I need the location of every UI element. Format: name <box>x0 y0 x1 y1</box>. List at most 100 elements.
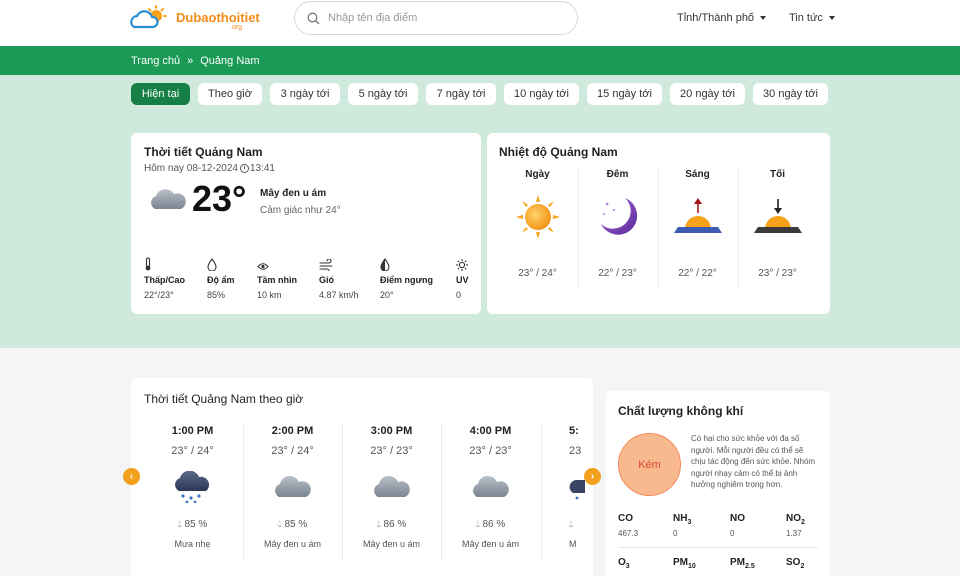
stat-value: 0 <box>456 290 462 300</box>
stat-label: Điểm ngưng <box>380 275 434 285</box>
pollutant-value: 0 <box>730 529 735 538</box>
pollutant-name: NO <box>730 513 745 524</box>
temperature-title: Nhiệt độ Quảng Nam <box>499 145 618 159</box>
hour-humidity: 💧︎ 85 % <box>243 519 342 530</box>
hour-description: Mây đen u ám <box>461 539 520 549</box>
droplet-icon <box>207 258 217 271</box>
hour-humidity-value: 86 % <box>482 519 506 530</box>
sunrise-icon <box>673 198 722 233</box>
stat-label: Gió <box>319 275 334 285</box>
air-quality-card: Chất lượng không khí Kém Có hại cho sức … <box>606 391 830 576</box>
cloud-icon <box>373 475 410 497</box>
scroll-left-button[interactable]: ‹ <box>123 468 140 485</box>
temp-period-day: Ngày 23° / 24° <box>498 169 577 287</box>
nav-news-label: Tin tức <box>789 12 823 24</box>
stat-label: Tầm nhìn <box>257 275 297 285</box>
hour-time: 5: <box>569 425 579 437</box>
temperature-card: Nhiệt độ Quảng Nam Ngày 23° / 24° Đêm 22… <box>487 133 830 314</box>
period-value: 23° / 23° <box>758 268 797 279</box>
temp-period-morning: Sáng 22° / 22° <box>658 169 737 287</box>
site-logo[interactable]: Dubaothoitiet .org <box>130 4 260 32</box>
period-label: Đêm <box>606 169 629 180</box>
thermometer-icon <box>145 257 151 271</box>
forecast-tabs: Hiện tại Theo giờ 3 ngày tới 5 ngày tới … <box>131 83 828 105</box>
period-label: Ngày <box>525 169 550 180</box>
droplet-icon: 💧︎ <box>177 519 182 530</box>
hour-range: 23° / 23° <box>469 445 512 457</box>
site-header: Dubaothoitiet .org Tỉnh/Thành phố Tin tứ… <box>0 0 960 46</box>
tab-10-days[interactable]: 10 ngày tới <box>504 83 579 105</box>
pollutant-name: PM2.5 <box>730 557 755 570</box>
aqi-level-badge: Kém <box>618 433 681 496</box>
hour-humidity: 💧︎ 85 % <box>143 519 242 530</box>
hourly-forecast-card: Thời tiết Quảng Nam theo giờ 1:00 PM 23°… <box>131 378 593 576</box>
scroll-right-button[interactable]: › <box>584 468 601 485</box>
current-description: Mây đen u ám <box>260 188 327 199</box>
tab-5-days[interactable]: 5 ngày tới <box>348 83 418 105</box>
tab-current[interactable]: Hiện tại <box>131 83 190 105</box>
droplet-icon: 💧︎ <box>277 519 282 530</box>
hour-time: 4:00 PM <box>469 425 512 437</box>
tab-3-days[interactable]: 3 ngày tới <box>270 83 340 105</box>
hour-time: 2:00 PM <box>271 425 314 437</box>
hour-humidity-value: 86 % <box>383 519 407 530</box>
sun-icon <box>515 195 560 239</box>
hourly-item-partial: 5: 23 💧︎ M <box>541 425 593 565</box>
hour-humidity-value: 85 % <box>184 519 208 530</box>
hourly-item: 1:00 PM 23° / 24° 💧︎ 85 % Mưa nhẹ <box>143 425 242 565</box>
stat-visibility: Tầm nhìn 10 km <box>257 255 297 300</box>
hourly-item: 3:00 PM 23° / 23° 💧︎ 86 % Mây đen u ám <box>342 425 441 565</box>
tab-20-days[interactable]: 20 ngày tới <box>670 83 745 105</box>
pollutant-name: NH3 <box>673 513 692 526</box>
hour-range: 23° / 23° <box>370 445 413 457</box>
tab-30-days[interactable]: 30 ngày tới <box>753 83 828 105</box>
hourly-title: Thời tiết Quảng Nam theo giờ <box>144 392 304 406</box>
pollutant-name: NO2 <box>786 513 805 526</box>
divider <box>618 547 818 548</box>
period-label: Sáng <box>685 169 710 180</box>
stat-value: 10 km <box>257 290 282 300</box>
tab-7-days[interactable]: 7 ngày tới <box>426 83 496 105</box>
tab-hourly[interactable]: Theo giờ <box>198 83 262 105</box>
hour-range: 23 <box>569 445 582 457</box>
breadcrumb-home[interactable]: Trang chủ <box>131 55 180 67</box>
stat-value: 22°/23° <box>144 290 174 300</box>
stat-label: Độ ẩm <box>207 275 235 285</box>
chevron-down-icon <box>828 16 835 20</box>
hourly-item: 2:00 PM 23° / 24° 💧︎ 85 % Mây đen u ám <box>243 425 342 565</box>
pollutant-value: 467.3 <box>618 529 639 538</box>
droplet-icon: 💧︎ <box>475 519 480 530</box>
period-label: Tối <box>770 169 785 180</box>
stat-label: Thấp/Cao <box>144 275 186 285</box>
droplet-icon: 💧︎ <box>569 519 573 530</box>
search-box[interactable] <box>294 1 578 35</box>
cloud-icon <box>274 475 311 497</box>
cloud-icon <box>151 189 186 209</box>
hour-humidity: 💧︎ 86 % <box>441 519 540 530</box>
nav-news-menu[interactable]: Tin tức <box>789 12 835 24</box>
pollutant-name: PM10 <box>673 557 696 570</box>
hour-description: Mây đen u ám <box>263 539 322 549</box>
search-input[interactable] <box>328 12 558 24</box>
nav-province-menu[interactable]: Tỉnh/Thành phố <box>677 12 767 24</box>
feels-like: Cảm giác như 24° <box>260 205 341 216</box>
clock-icon <box>239 164 249 173</box>
tab-15-days[interactable]: 15 ngày tới <box>587 83 662 105</box>
rain-cloud-icon <box>569 479 585 500</box>
stat-label: UV <box>456 275 469 285</box>
stat-wind: Gió 4.87 km/h <box>319 255 359 300</box>
current-date: Hôm nay 08-12-2024 13:41 <box>144 163 275 174</box>
current-time: 13:41 <box>249 163 275 174</box>
current-temperature: 23° <box>192 178 247 219</box>
search-icon <box>307 12 320 24</box>
current-date-text: Hôm nay 08-12-2024 <box>144 163 238 174</box>
breadcrumb-separator: » <box>187 54 194 67</box>
logo-text: Dubaothoitiet <box>176 9 260 25</box>
hour-range: 23° / 24° <box>171 445 214 457</box>
pollutant-value: 0 <box>673 529 678 538</box>
wind-icon <box>319 259 333 271</box>
stat-humidity: Độ ẩm 85% <box>207 255 235 300</box>
droplet-icon: 💧︎ <box>376 519 381 530</box>
stat-low-high: Thấp/Cao 22°/23° <box>144 255 185 300</box>
dewpoint-icon <box>380 258 390 271</box>
